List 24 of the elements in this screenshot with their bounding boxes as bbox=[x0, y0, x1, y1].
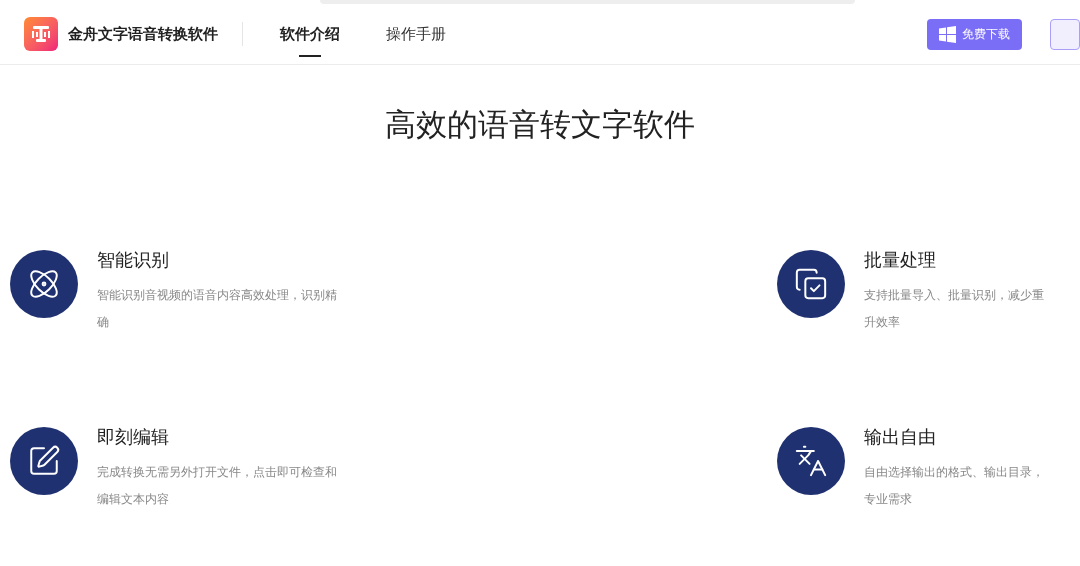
feature-description: 自由选择输出的格式、输出目录， bbox=[864, 464, 1044, 481]
feature-description: 专业需求 bbox=[864, 491, 913, 508]
feature-title: 智能识别 bbox=[97, 249, 170, 272]
edit-icon bbox=[27, 444, 61, 478]
feature-title: 即刻编辑 bbox=[97, 426, 170, 449]
feature-title: 输出自由 bbox=[864, 426, 937, 449]
feature-description: 完成转换无需另外打开文件，点击即可检查和 bbox=[97, 464, 337, 481]
feature-description: 升效率 bbox=[864, 314, 901, 331]
windows-icon bbox=[939, 25, 956, 43]
soundwave-icon bbox=[30, 23, 52, 45]
app-name: 金舟文字语音转换软件 bbox=[68, 23, 218, 44]
feature-description: 支持批量导入、批量识别，减少重 bbox=[864, 287, 1044, 304]
feature-title: 批量处理 bbox=[864, 249, 937, 272]
feature-description: 智能识别音视频的语音内容高效处理，识别精 bbox=[97, 287, 337, 304]
nav-tab[interactable]: 操作手册 bbox=[386, 4, 446, 64]
feature-description: 编辑文本内容 bbox=[97, 491, 170, 508]
secondary-button[interactable] bbox=[1050, 18, 1080, 50]
feature-description: 确 bbox=[97, 314, 110, 331]
atom-icon bbox=[27, 267, 61, 301]
page-heading: 高效的语音转文字软件 bbox=[384, 106, 696, 144]
download-button[interactable]: 免费下载 bbox=[927, 18, 1022, 50]
checked-pages-icon bbox=[794, 267, 828, 301]
nav-tab[interactable]: 软件介绍 bbox=[280, 4, 340, 64]
translate-icon bbox=[794, 444, 828, 478]
